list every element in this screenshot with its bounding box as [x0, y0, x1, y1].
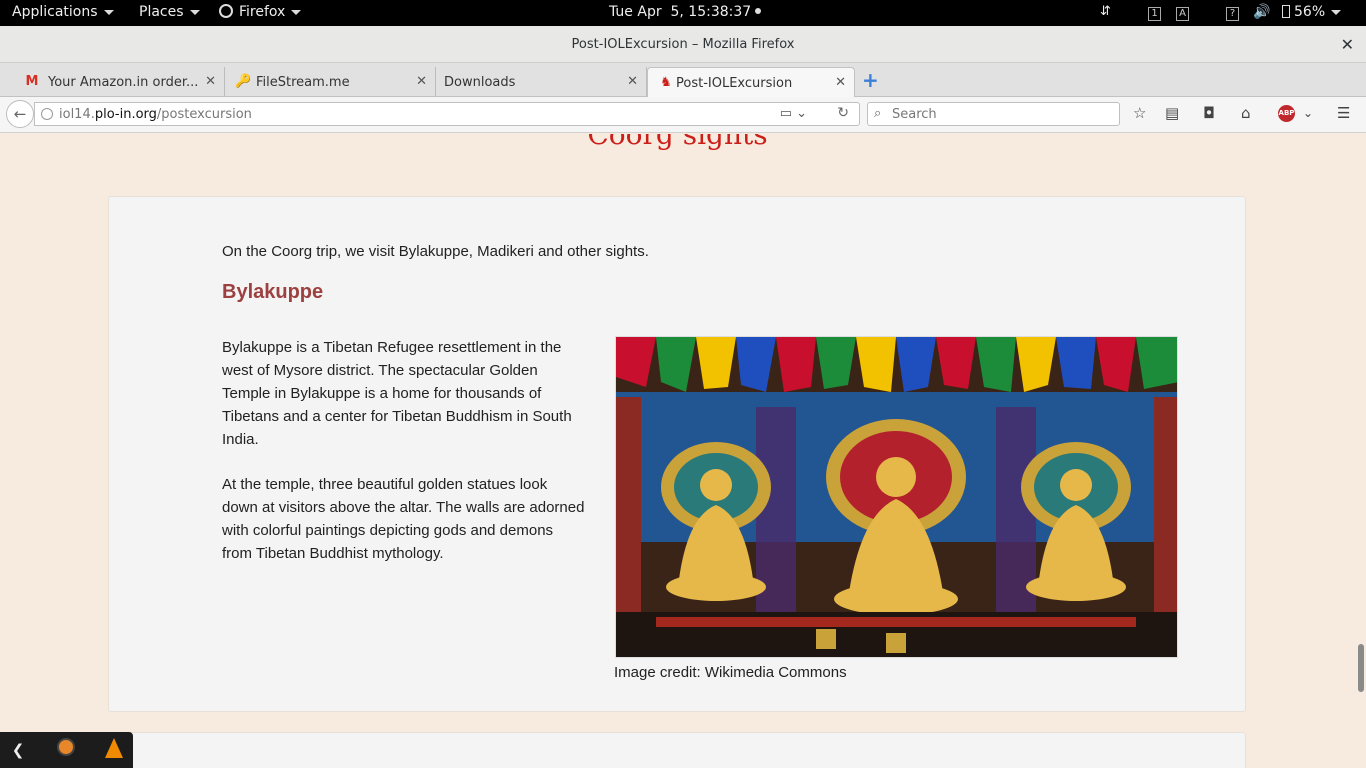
battery-percent: 56% — [1294, 4, 1326, 20]
tab-label: Your Amazon.in order... — [48, 75, 199, 90]
scrollbar-thumb[interactable] — [1358, 644, 1364, 692]
applications-menu[interactable]: Applications — [12, 4, 114, 20]
tab-filestream[interactable]: 🔑 FileStream.me ✕ — [225, 67, 436, 97]
tab-label: Post-IOLExcursion — [676, 76, 793, 91]
help-icon[interactable]: ? — [1226, 4, 1239, 21]
places-menu[interactable]: Places — [139, 4, 200, 20]
home-icon[interactable]: ⌂ — [1241, 104, 1251, 122]
clock-text: Tue Apr 5, 15:38:37 — [609, 4, 752, 20]
chevron-down-icon — [1331, 9, 1342, 15]
image-credit: Image credit: Wikimedia Commons — [614, 664, 847, 681]
tab-close-icon[interactable]: ✕ — [416, 74, 427, 89]
bylakuppe-heading: Bylakuppe — [222, 281, 324, 303]
firefox-app-menu[interactable]: Firefox — [219, 4, 302, 20]
keyboard-layout-label: A — [1176, 7, 1189, 21]
vlc-icon[interactable] — [102, 738, 126, 762]
network-icon[interactable]: ⇵ — [1100, 4, 1111, 19]
navigation-toolbar: iol14.plo-in.org/postexcursion ▭ ⌄ ↻ ← ⌕… — [0, 97, 1366, 133]
golden-temple-image — [615, 336, 1178, 658]
clock[interactable]: Tue Apr 5, 15:38:37 — [609, 4, 762, 20]
bylakuppe-paragraph-1: Bylakuppe is a Tibetan Refugee resettlem… — [222, 339, 572, 448]
back-button[interactable]: ← — [6, 100, 34, 128]
tab-close-icon[interactable]: ✕ — [205, 74, 216, 89]
workspace-indicator-1[interactable]: 1 — [1148, 4, 1161, 21]
volume-icon[interactable]: 🔊 — [1253, 4, 1270, 20]
chevron-down-icon — [189, 9, 200, 15]
window-title: Post-IOLExcursion – Mozilla Firefox — [571, 37, 795, 52]
reload-icon[interactable]: ↻ — [837, 105, 849, 121]
chevron-down-icon[interactable]: ⌄ — [1303, 106, 1313, 120]
window-titlebar: Post-IOLExcursion – Mozilla Firefox ✕ — [0, 26, 1366, 63]
back-arrow-icon: ← — [13, 105, 27, 123]
tab-label: FileStream.me — [256, 75, 350, 90]
tab-label: Downloads — [444, 75, 516, 90]
tab-close-icon[interactable]: ✕ — [627, 74, 638, 89]
url-bar[interactable]: iol14.plo-in.org/postexcursion ▭ ⌄ ↻ — [34, 102, 860, 126]
gmail-icon: M — [25, 74, 39, 89]
content-card: On the Coorg trip, we visit Bylakuppe, M… — [108, 196, 1246, 712]
tab-downloads[interactable]: Downloads ✕ — [436, 67, 647, 97]
window-close-icon[interactable]: ✕ — [1341, 35, 1354, 54]
bookmark-star-icon[interactable]: ☆ — [1133, 104, 1146, 122]
ubuntu-software-icon[interactable] — [54, 738, 78, 762]
url-text: iol14.plo-in.org/postexcursion — [59, 107, 252, 122]
places-label: Places — [139, 4, 184, 20]
bottom-dock: ❮ — [0, 732, 133, 768]
applications-label: Applications — [12, 4, 98, 20]
chevron-down-icon — [291, 9, 302, 15]
tab-amazon-order[interactable]: M Your Amazon.in order... ✕ — [14, 67, 225, 97]
pocket-icon[interactable]: ◘ — [1203, 104, 1215, 122]
intro-text: On the Coorg trip, we visit Bylakuppe, M… — [222, 243, 649, 260]
system-top-bar: Applications Places Firefox Tue Apr 5, 1… — [0, 0, 1366, 26]
new-tab-button[interactable]: + — [862, 68, 879, 92]
tab-close-icon[interactable]: ✕ — [835, 75, 846, 90]
tab-strip: M Your Amazon.in order... ✕ 🔑 FileStream… — [0, 63, 1366, 97]
bylakuppe-paragraph-2: At the temple, three beautiful golden st… — [222, 476, 585, 562]
page-scrollbar[interactable] — [1355, 134, 1366, 768]
filestream-icon: 🔑 — [235, 74, 252, 89]
workspace-1-label: 1 — [1148, 7, 1161, 21]
page-viewport: Coorg sights On the Coorg trip, we visit… — [0, 134, 1355, 768]
battery-icon — [1282, 5, 1290, 18]
firefox-label: Firefox — [239, 4, 286, 20]
tab-post-iol-excursion[interactable]: ♞ Post-IOLExcursion ✕ — [647, 67, 855, 97]
section-heading: Coorg sights — [587, 134, 768, 151]
keyboard-layout-indicator[interactable]: A — [1176, 4, 1189, 21]
battery-indicator[interactable]: 56% — [1282, 4, 1342, 20]
reader-view-icon[interactable]: ▭ ⌄ — [780, 106, 807, 121]
hamburger-menu-icon[interactable]: ☰ — [1337, 104, 1350, 122]
notification-dot-icon — [755, 8, 762, 14]
search-bar[interactable]: ⌕ Search — [867, 102, 1120, 126]
site-info-icon[interactable] — [41, 108, 53, 120]
bookmarks-menu-icon[interactable]: ▤ — [1165, 104, 1179, 122]
firefox-icon — [219, 4, 233, 18]
chevron-down-icon — [103, 9, 114, 15]
next-content-card — [108, 732, 1246, 768]
adblock-plus-icon[interactable]: ABP — [1278, 105, 1295, 122]
search-placeholder: Search — [892, 107, 937, 122]
dock-collapse-icon[interactable]: ❮ — [6, 738, 30, 762]
search-icon: ⌕ — [874, 106, 882, 121]
iol-icon: ♞ — [660, 75, 672, 90]
